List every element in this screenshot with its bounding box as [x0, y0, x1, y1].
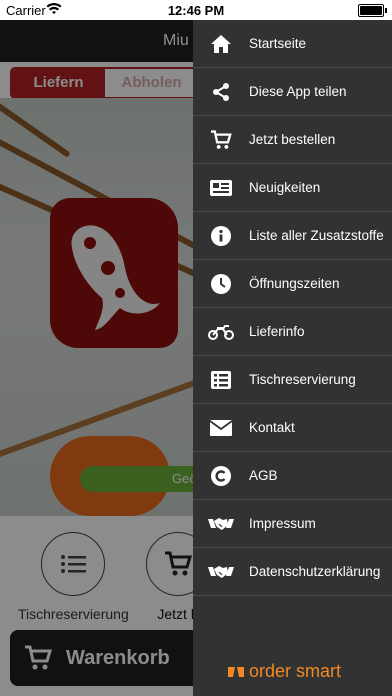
menu-item-label: Tischreservierung: [249, 372, 356, 387]
menu-item-label: Startseite: [249, 36, 307, 51]
battery-icon: [358, 4, 387, 17]
motorcycle-icon: [193, 324, 249, 340]
menu-item-label: AGB: [249, 468, 278, 483]
menu-item-delivery-info[interactable]: Lieferinfo: [193, 308, 392, 356]
app-screen: Miu Liefern Abholen Geö Tischreservierun…: [0, 20, 392, 696]
copyright-icon: [193, 465, 249, 486]
handshake-icon: [193, 564, 249, 580]
menu-item-label: Kontakt: [249, 420, 295, 435]
status-bar: Carrier 12:46 PM: [0, 0, 392, 20]
menu-item-label: Öffnungszeiten: [249, 276, 340, 291]
menu-item-table-reservation[interactable]: Tischreservierung: [193, 356, 392, 404]
menu-item-share-app[interactable]: Diese App teilen: [193, 68, 392, 116]
menu-item-label: Jetzt bestellen: [249, 132, 336, 147]
menu-item-imprint[interactable]: Impressum: [193, 500, 392, 548]
order-smart-icon: [228, 666, 244, 677]
menu-item-label: Neuigkeiten: [249, 180, 321, 195]
clock: 12:46 PM: [167, 3, 225, 18]
menu-item-order-now[interactable]: Jetzt bestellen: [193, 116, 392, 164]
menu-item-label: Diese App teilen: [249, 84, 347, 99]
cart-icon: [193, 129, 249, 150]
clock-icon: [193, 273, 249, 294]
menu-item-label: Impressum: [249, 516, 316, 531]
brand-name: order smart: [249, 661, 342, 681]
menu-item-news[interactable]: Neuigkeiten: [193, 164, 392, 212]
menu-item-label: Lieferinfo: [249, 324, 305, 339]
news-icon: [193, 179, 249, 196]
home-icon: [193, 34, 249, 54]
info-icon: [193, 225, 249, 246]
menu-item-additives[interactable]: Liste aller Zusatzstoffe: [193, 212, 392, 260]
menu-item-contact[interactable]: Kontakt: [193, 404, 392, 452]
list-icon: [193, 370, 249, 389]
share-icon: [193, 82, 249, 102]
menu-item-opening-hours[interactable]: Öffnungszeiten: [193, 260, 392, 308]
menu-item-label: Datenschutzerklärung: [249, 564, 381, 579]
handshake-icon: [193, 516, 249, 532]
menu-item-label: Liste aller Zusatzstoffe: [249, 228, 384, 243]
order-smart-logo: order smart: [227, 661, 341, 682]
envelope-icon: [193, 419, 249, 436]
menu-item-startseite[interactable]: Startseite: [193, 20, 392, 68]
menu-item-privacy[interactable]: Datenschutzerklärung: [193, 548, 392, 596]
side-menu: Startseite Diese App teilen Jetzt bestel…: [193, 20, 392, 696]
menu-item-agb[interactable]: AGB: [193, 452, 392, 500]
